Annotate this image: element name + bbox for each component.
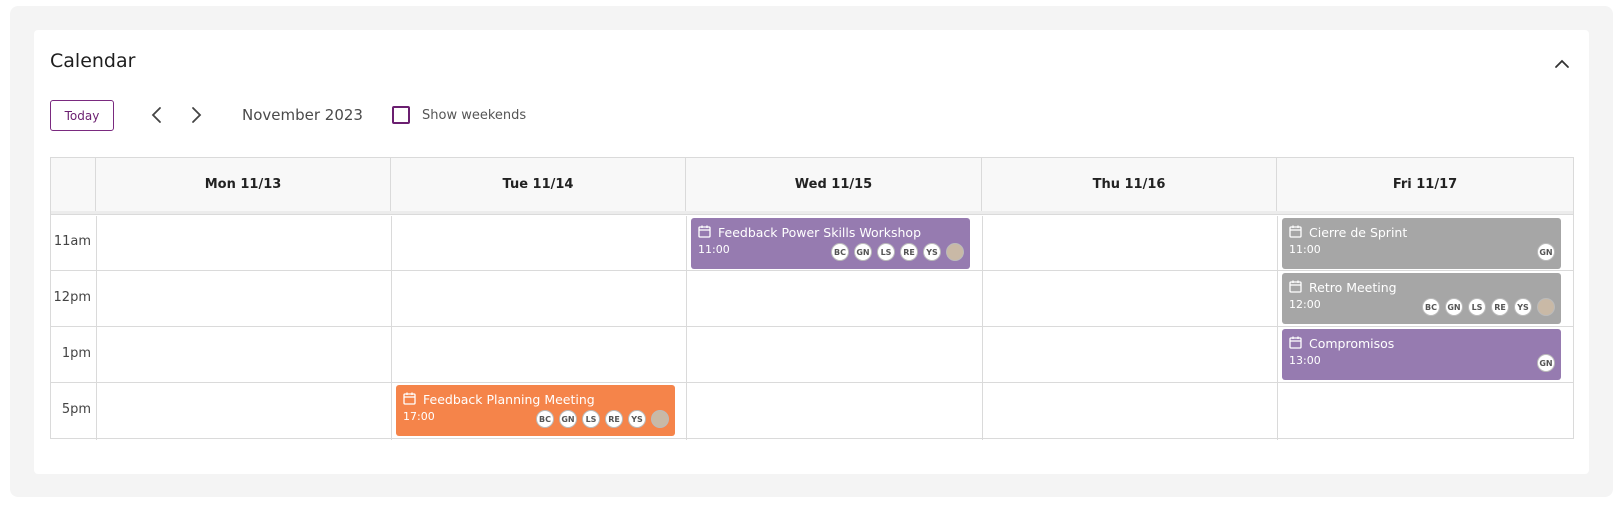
attendee-list: BC GN LS RE YS [831,243,964,261]
page-title: Calendar [50,50,136,72]
calendar-icon [1289,280,1302,293]
time-label: 12pm [53,290,91,305]
day-header: Fri 11/17 [1277,158,1573,211]
grid-line [96,216,97,440]
chevron-left-icon [151,107,161,123]
attendee-list: GN [1537,354,1555,372]
avatar-photo [946,243,964,261]
event-card[interactable]: Feedback Planning Meeting 17:00 BC GN LS… [396,385,675,436]
show-weekends-checkbox[interactable] [392,106,410,124]
attendee-list: BC GN LS RE YS [1422,298,1555,316]
day-header: Thu 11/16 [982,158,1277,211]
avatar: GN [1537,243,1555,261]
calendar-icon [698,225,711,238]
day-header: Tue 11/14 [391,158,686,211]
avatar: RE [605,410,623,428]
avatar: BC [536,410,554,428]
grid-line [686,216,687,440]
event-time: 11:00 [698,243,730,256]
avatar: LS [877,243,895,261]
time-column-header [51,158,96,211]
avatar: GN [559,410,577,428]
avatar: GN [1537,354,1555,372]
event-title: Retro Meeting [1309,280,1397,295]
event-card[interactable]: Feedback Power Skills Workshop 11:00 BC … [691,218,970,269]
avatar: YS [628,410,646,428]
event-card[interactable]: Compromisos 13:00 GN [1282,329,1561,380]
event-time: 11:00 [1289,243,1321,256]
grid-line [51,270,1573,271]
grid-line [391,216,392,440]
day-header: Wed 11/15 [686,158,982,211]
grid-line [1277,216,1278,440]
avatar: YS [1514,298,1532,316]
time-label: 1pm [61,346,91,361]
avatar: GN [854,243,872,261]
event-time: 17:00 [403,410,435,423]
next-week-button[interactable] [185,104,207,126]
calendar-grid: Mon 11/13 Tue 11/14 Wed 11/15 Thu 11/16 … [50,157,1574,440]
day-header: Mon 11/13 [96,158,391,211]
time-label: 5pm [61,402,91,417]
grid-line [982,216,983,440]
avatar: LS [582,410,600,428]
calendar-icon [1289,225,1302,238]
today-button[interactable]: Today [50,100,114,131]
event-title: Feedback Power Skills Workshop [718,225,922,240]
attendee-list: BC GN LS RE YS [536,410,669,428]
calendar-icon [403,392,416,405]
event-title: Compromisos [1309,336,1395,351]
avatar-photo [1537,298,1555,316]
grid-line [51,326,1573,327]
event-title: Cierre de Sprint [1309,225,1408,240]
avatar: LS [1468,298,1486,316]
event-card[interactable]: Retro Meeting 12:00 BC GN LS RE YS [1282,273,1561,324]
avatar-photo [651,410,669,428]
header-divider [51,211,1573,215]
avatar: RE [900,243,918,261]
time-label: 11am [53,234,91,249]
event-title: Feedback Planning Meeting [423,392,595,407]
avatar: GN [1445,298,1463,316]
event-card[interactable]: Cierre de Sprint 11:00 GN [1282,218,1561,269]
calendar-icon [1289,336,1302,349]
chevron-up-icon [1555,59,1569,68]
month-label: November 2023 [242,106,363,124]
collapse-button[interactable] [1552,54,1572,74]
grid-line [51,382,1573,383]
chevron-right-icon [192,107,202,123]
avatar: BC [1422,298,1440,316]
event-time: 13:00 [1289,354,1321,367]
avatar: YS [923,243,941,261]
show-weekends-label[interactable]: Show weekends [422,108,526,123]
event-time: 12:00 [1289,298,1321,311]
prev-week-button[interactable] [146,104,168,126]
avatar: RE [1491,298,1509,316]
avatar: BC [831,243,849,261]
attendee-list: GN [1537,243,1555,261]
